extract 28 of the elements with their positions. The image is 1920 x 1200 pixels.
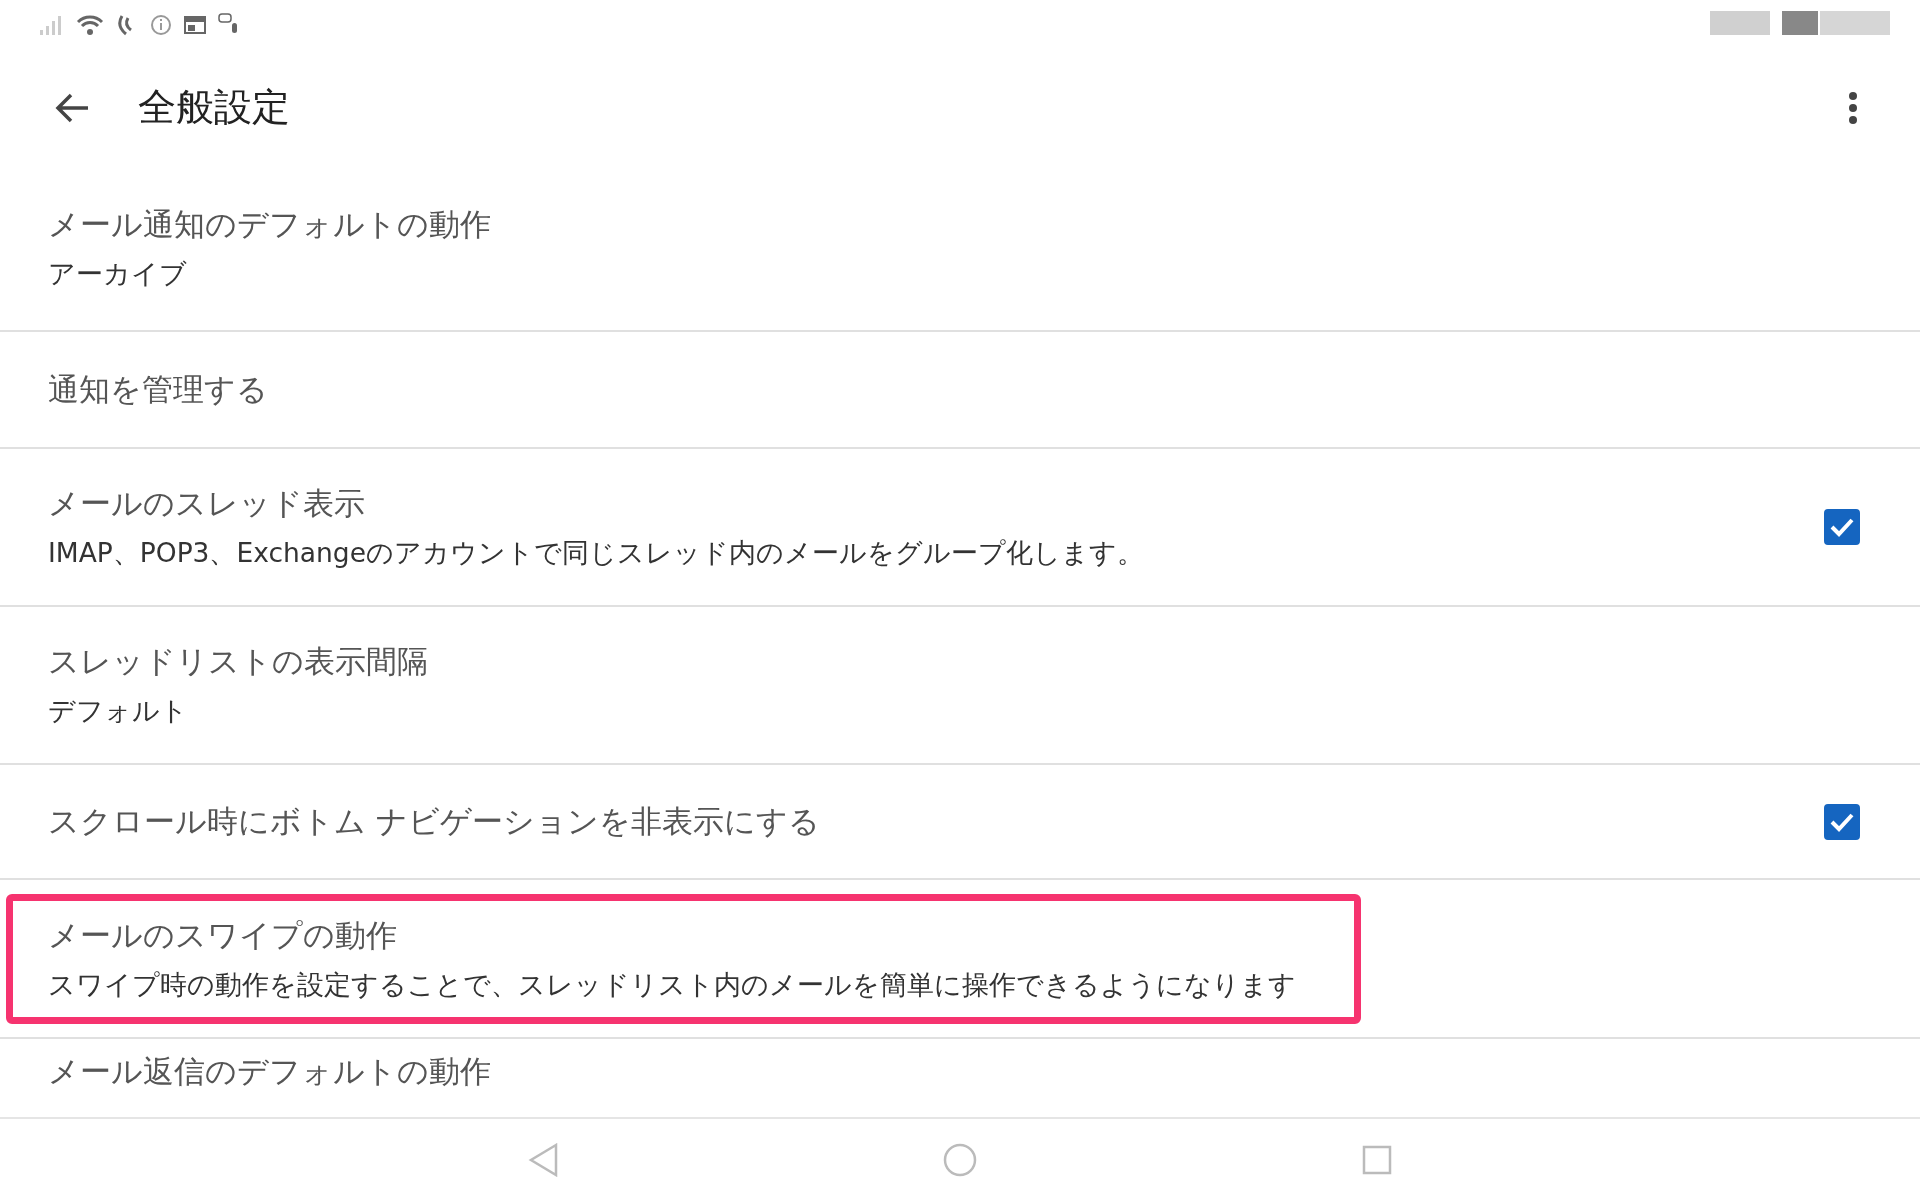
wifi-icon [76,14,104,36]
signal-icon [40,15,64,35]
setting-title: メール返信のデフォルトの動作 [48,1052,491,1091]
setting-title: メールのスレッド表示 [48,484,366,523]
calendar-icon [184,16,206,34]
checkmark-icon [1829,516,1855,538]
setting-description: スワイプ時の動作を設定することで、スレッドリスト内のメールを簡単に操作できるようになります [48,967,1297,1002]
setting-description: アーカイブ [48,256,188,291]
settings-row[interactable]: メールのスレッド表示 IMAP、POP3、Exchangeのアカウントで同じスレッド内のメールをグループ化します。 [0,449,1920,607]
checkbox[interactable] [1824,803,1860,840]
checkbox[interactable] [1824,509,1860,545]
setting-description: IMAP、POP3、Exchangeのアカウントで同じスレッド内のメールをグループ化します。 [48,536,1144,570]
settings-row[interactable]: メールのスワイプの動作 スワイプ時の動作を設定することで、スレッドリスト内のメールを簡単に操作できるようになります [0,880,1920,1039]
setting-title: メール通知のデフォルトの動作 [48,204,491,244]
settings-row[interactable]: メール返信のデフォルトの動作 [0,1039,1920,1117]
settings-row[interactable]: スクロール時にボトム ナビゲーションを非表示にする [0,765,1920,880]
setting-title: スレッドリストの表示間隔 [48,642,428,681]
setting-title: メールのスワイプの動作 [48,915,398,955]
more-options-icon[interactable] [1848,90,1858,125]
setting-title: 通知を管理する [48,369,268,409]
settings-row[interactable]: 通知を管理する [0,332,1920,449]
settings-row[interactable]: スレッドリストの表示間隔 デフォルト [0,607,1920,765]
setting-description: デフォルト [48,694,189,728]
info-icon [150,14,172,36]
settings-row[interactable]: メール通知のデフォルトの動作 アーカイブ [0,165,1920,332]
setting-title: スクロール時にボトム ナビゲーションを非表示にする [48,801,820,841]
page-title: 全般設定 [138,84,291,131]
back-arrow-icon[interactable] [54,91,90,124]
